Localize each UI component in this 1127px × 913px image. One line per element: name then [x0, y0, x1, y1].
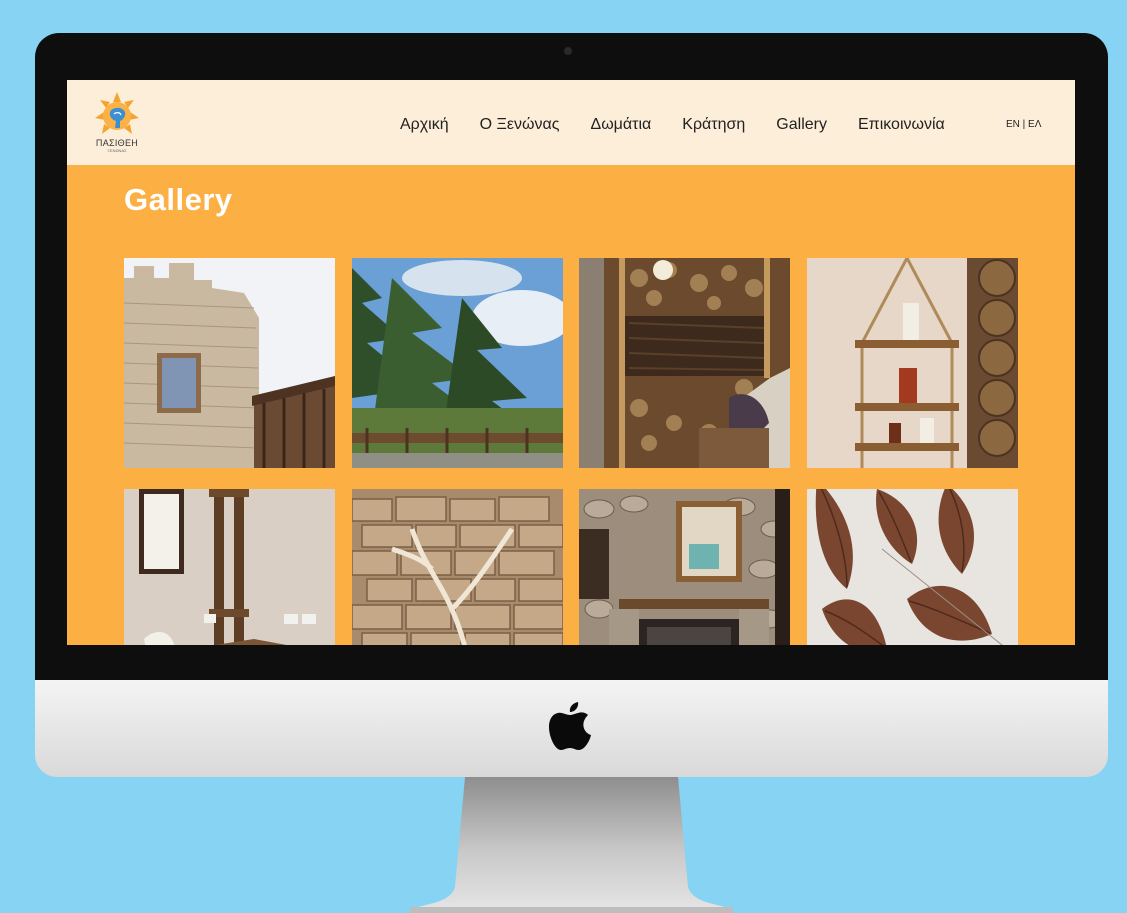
gallery-image-stone-wall-branch[interactable]	[352, 489, 563, 645]
mirror-room-image	[124, 489, 335, 645]
main-nav: Αρχική Ο Ξενώνας Δωμάτια Κράτηση Gallery…	[400, 114, 976, 136]
gallery-image-stone-fireplace[interactable]	[579, 489, 790, 645]
gallery-image-pine-trees[interactable]	[352, 258, 563, 468]
gallery-image-stone-tower[interactable]	[124, 258, 335, 468]
pine-trees-image	[352, 258, 563, 468]
gallery-image-mirror-room[interactable]	[124, 489, 335, 645]
nav-home[interactable]: Αρχική	[400, 116, 449, 134]
navbar: ΠΑΣΙΘΕΗ ΞΕΝΩΝΑΣ Αρχική Ο Ξενώνας Δωμάτια…	[67, 80, 1075, 165]
stone-fireplace-image	[579, 489, 790, 645]
language-switch[interactable]: EN | ΕΛ	[1006, 119, 1041, 130]
logo-text: ΠΑΣΙΘΕΗ	[95, 138, 139, 148]
stone-wall-branch-image	[352, 489, 563, 645]
dried-leaves-image	[807, 489, 1018, 645]
nav-booking[interactable]: Κράτηση	[682, 116, 745, 134]
website-screen: ΠΑΣΙΘΕΗ ΞΕΝΩΝΑΣ Αρχική Ο Ξενώνας Δωμάτια…	[67, 80, 1075, 645]
page-title: Gallery	[124, 182, 233, 217]
wood-wall-room-image	[579, 258, 790, 468]
camera-dot	[564, 47, 572, 55]
nav-guesthouse[interactable]: Ο Ξενώνας	[480, 116, 560, 134]
nav-contact[interactable]: Επικοινωνία	[858, 116, 945, 134]
gallery-image-dried-leaves[interactable]	[807, 489, 1018, 645]
nav-rooms[interactable]: Δωμάτια	[591, 116, 652, 134]
monitor-stand	[410, 777, 733, 913]
nav-gallery[interactable]: Gallery	[776, 116, 827, 134]
gallery-image-rope-shelf[interactable]	[807, 258, 1018, 468]
logo-subtext: ΞΕΝΩΝΑΣ	[107, 148, 127, 153]
site-logo[interactable]: ΠΑΣΙΘΕΗ ΞΕΝΩΝΑΣ	[92, 90, 142, 156]
stone-tower-image	[124, 258, 335, 468]
gallery-image-wood-wall-room[interactable]	[579, 258, 790, 468]
sun-logo-icon	[95, 92, 139, 134]
apple-logo-icon	[549, 702, 591, 750]
rope-shelf-candles-image	[807, 258, 1018, 468]
